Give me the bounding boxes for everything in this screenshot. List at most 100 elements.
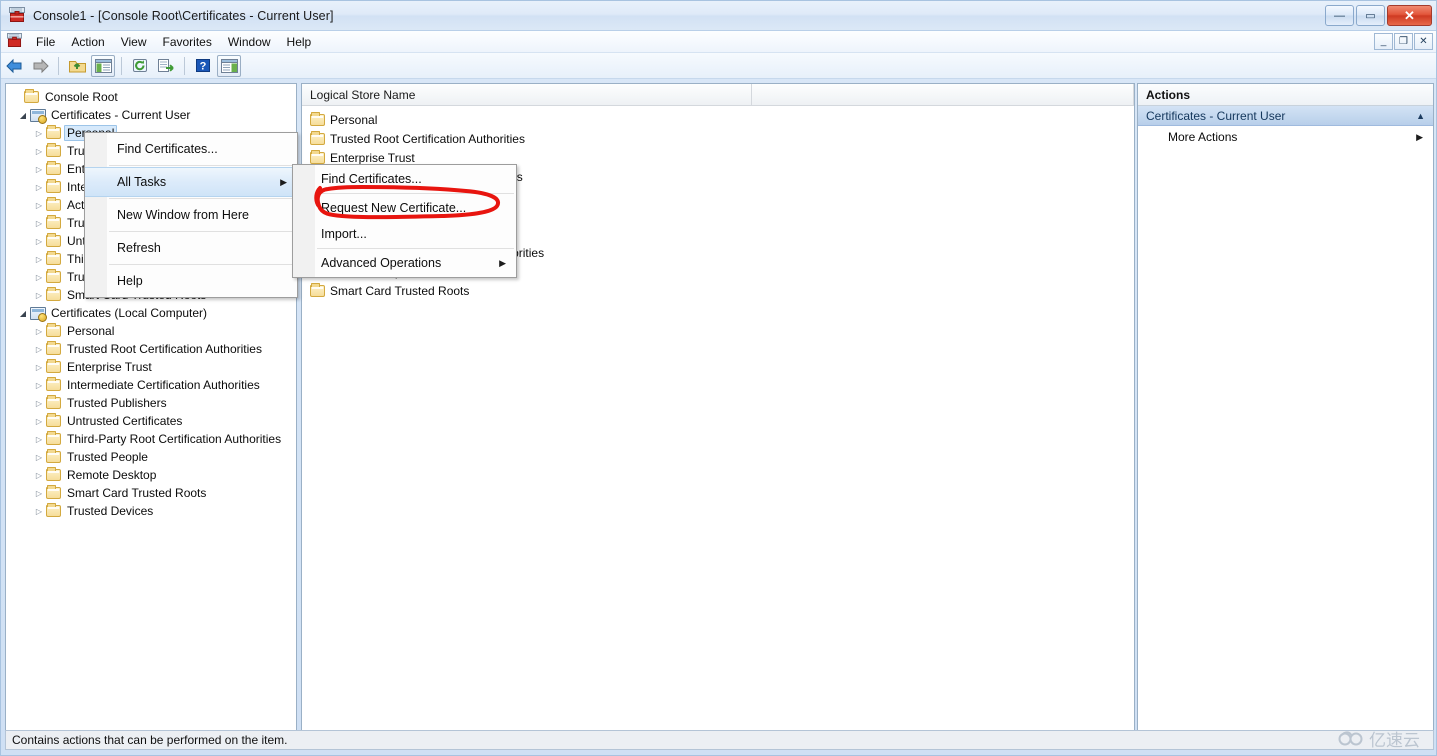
list-row[interactable]: Smart Card Trusted Roots	[302, 281, 1134, 300]
tree-node[interactable]: ◢ Certificates - Current User	[6, 106, 296, 124]
folder-icon	[46, 125, 61, 139]
forward-icon[interactable]	[28, 55, 52, 77]
tree-node[interactable]: ▷ Remote Desktop	[6, 466, 296, 484]
tree-node[interactable]: ▷ Trusted People	[6, 448, 296, 466]
submenu-item-request-new-certificate[interactable]: Request New Certificate...	[293, 195, 516, 221]
column-logical-store-name[interactable]: Logical Store Name	[302, 84, 752, 105]
refresh-icon[interactable]	[128, 55, 152, 77]
mdi-restore-button[interactable]: ❐	[1394, 33, 1413, 50]
tree-node[interactable]: ◢ Certificates (Local Computer)	[6, 304, 296, 322]
twisty-collapsed-icon[interactable]: ▷	[32, 345, 46, 354]
folder-icon	[46, 503, 61, 517]
twisty-collapsed-icon[interactable]: ▷	[32, 237, 46, 246]
toolbar: ?	[1, 53, 1436, 79]
menu-file[interactable]: File	[28, 33, 63, 51]
context-menu-item-find-certificates[interactable]: Find Certificates...	[85, 134, 297, 164]
twisty-collapsed-icon[interactable]: ▷	[32, 147, 46, 156]
menu-separator	[109, 231, 295, 232]
tree-node[interactable]: ▷ Third-Party Root Certification Authorit…	[6, 430, 296, 448]
tree-node[interactable]: ▷ Smart Card Trusted Roots	[6, 484, 296, 502]
twisty-collapsed-icon[interactable]: ▷	[32, 435, 46, 444]
back-icon[interactable]	[2, 55, 26, 77]
folder-icon	[46, 485, 61, 499]
status-bar: Contains actions that can be performed o…	[5, 730, 1434, 750]
submenu-item-find-certificates[interactable]: Find Certificates...	[293, 166, 516, 192]
folder-icon	[310, 282, 325, 297]
context-menu-item-new-window-from-here[interactable]: New Window from Here	[85, 200, 297, 230]
submenu-item-advanced-operations[interactable]: Advanced Operations ▶	[293, 250, 516, 276]
tree-node[interactable]: ▷ Intermediate Certification Authorities	[6, 376, 296, 394]
twisty-collapsed-icon[interactable]: ▷	[32, 183, 46, 192]
tree-node-icon	[46, 413, 64, 427]
close-button[interactable]: ✕	[1387, 5, 1432, 26]
twisty-expanded-icon[interactable]: ◢	[16, 111, 30, 120]
minimize-button[interactable]: —	[1325, 5, 1354, 26]
window-controls: — ▭ ✕	[1325, 5, 1432, 26]
tree-node[interactable]: ▷ Trusted Devices	[6, 502, 296, 520]
twisty-collapsed-icon[interactable]: ▷	[32, 507, 46, 516]
twisty-collapsed-icon[interactable]: ▷	[32, 471, 46, 480]
tree-node-icon	[46, 323, 64, 337]
twisty-collapsed-icon[interactable]: ▷	[32, 327, 46, 336]
tree-node-label: Untrusted Certificates	[67, 414, 183, 428]
list-row[interactable]: Personal	[302, 110, 1134, 129]
all-tasks-submenu[interactable]: Find Certificates... Request New Certifi…	[292, 164, 517, 278]
tree-node[interactable]: ▷ Enterprise Trust	[6, 358, 296, 376]
twisty-collapsed-icon[interactable]: ▷	[32, 165, 46, 174]
twisty-collapsed-icon[interactable]: ▷	[32, 489, 46, 498]
folder-icon	[46, 161, 61, 175]
actions-item-more-actions[interactable]: More Actions ▶	[1138, 126, 1433, 148]
twisty-collapsed-icon[interactable]: ▷	[32, 273, 46, 282]
twisty-expanded-icon[interactable]: ◢	[16, 309, 30, 318]
twisty-collapsed-icon[interactable]: ▷	[32, 201, 46, 210]
twisty-collapsed-icon[interactable]: ▷	[32, 219, 46, 228]
show-hide-action-pane-icon[interactable]	[217, 54, 241, 77]
up-folder-icon[interactable]	[65, 55, 89, 77]
twisty-collapsed-icon[interactable]: ▷	[32, 417, 46, 426]
maximize-button[interactable]: ▭	[1356, 5, 1385, 26]
tree-node[interactable]: ▷ Trusted Root Certification Authorities	[6, 340, 296, 358]
mdi-minimize-button[interactable]: _	[1374, 33, 1393, 50]
folder-icon	[46, 341, 61, 355]
actions-pane-title: Actions	[1138, 84, 1433, 106]
tree-node-icon	[46, 161, 64, 175]
context-menu[interactable]: Find Certificates... All Tasks ▶ New Win…	[84, 132, 298, 298]
context-menu-item-all-tasks[interactable]: All Tasks ▶	[85, 167, 297, 197]
tree-node-icon	[46, 233, 64, 247]
menu-action[interactable]: Action	[63, 33, 112, 51]
context-menu-item-help[interactable]: Help	[85, 266, 297, 296]
chevron-up-icon[interactable]: ▲	[1416, 111, 1425, 121]
mmc-console-window: Console1 - [Console Root\Certificates - …	[0, 0, 1437, 756]
twisty-collapsed-icon[interactable]: ▷	[32, 453, 46, 462]
submenu-item-import[interactable]: Import...	[293, 221, 516, 247]
tree-node-icon	[46, 485, 64, 499]
tree-node-icon	[46, 215, 64, 229]
tree-node-label: Smart Card Trusted Roots	[67, 486, 207, 500]
menu-window[interactable]: Window	[220, 33, 279, 51]
twisty-collapsed-icon[interactable]: ▷	[32, 381, 46, 390]
column-empty[interactable]	[752, 84, 1134, 105]
folder-icon	[46, 197, 61, 211]
tree-node[interactable]: ▷ Trusted Publishers	[6, 394, 296, 412]
tree-node-icon	[46, 143, 64, 157]
help-icon[interactable]: ?	[191, 55, 215, 77]
twisty-collapsed-icon[interactable]: ▷	[32, 291, 46, 300]
export-list-icon[interactable]	[154, 55, 178, 77]
list-row[interactable]: Trusted Root Certification Authorities	[302, 129, 1134, 148]
folder-icon	[310, 149, 325, 164]
tree-node[interactable]: ▷ Personal	[6, 322, 296, 340]
tree-node[interactable]: ▷ Untrusted Certificates	[6, 412, 296, 430]
actions-group-header[interactable]: Certificates - Current User ▲	[1138, 106, 1433, 126]
menu-favorites[interactable]: Favorites	[155, 33, 220, 51]
twisty-collapsed-icon[interactable]: ▷	[32, 255, 46, 264]
folder-icon	[46, 251, 61, 265]
show-hide-tree-icon[interactable]	[91, 54, 115, 77]
menu-help[interactable]: Help	[279, 33, 320, 51]
context-menu-item-refresh[interactable]: Refresh	[85, 233, 297, 263]
mdi-close-button[interactable]: ✕	[1414, 33, 1433, 50]
tree-node[interactable]: Console Root	[6, 88, 296, 106]
twisty-collapsed-icon[interactable]: ▷	[32, 129, 46, 138]
menu-view[interactable]: View	[113, 33, 155, 51]
twisty-collapsed-icon[interactable]: ▷	[32, 399, 46, 408]
twisty-collapsed-icon[interactable]: ▷	[32, 363, 46, 372]
